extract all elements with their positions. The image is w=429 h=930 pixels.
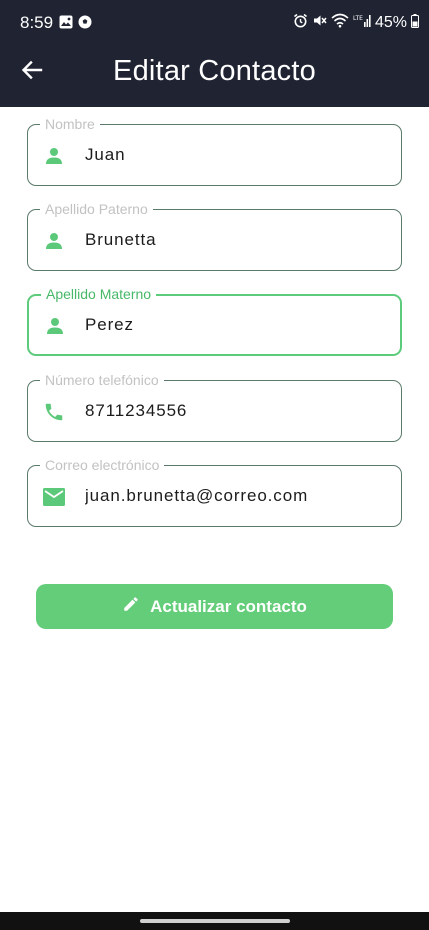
lte-signal-icon: LTE (353, 13, 371, 33)
update-contact-label: Actualizar contacto (150, 596, 307, 616)
first-name-label: Nombre (40, 116, 100, 132)
battery-percent: 45% (374, 14, 407, 31)
maternal-surname-label: Apellido Materno (41, 286, 157, 302)
image-icon (59, 15, 73, 34)
person-icon (42, 229, 66, 253)
pencil-icon (122, 595, 140, 618)
update-contact-button[interactable]: Actualizar contacto (36, 584, 393, 629)
status-bar: 8:59 LTE 45% (0, 0, 429, 44)
paternal-surname-input[interactable] (85, 230, 385, 250)
email-icon (42, 485, 66, 509)
status-time: 8:59 (20, 13, 54, 32)
email-field[interactable]: Correo electrónico (27, 457, 402, 527)
phone-label: Número telefónico (40, 372, 164, 388)
first-name-field[interactable]: Nombre (27, 116, 402, 186)
status-right: LTE 45% (293, 13, 419, 33)
person-icon (42, 144, 66, 168)
paternal-surname-label: Apellido Paterno (40, 201, 153, 217)
status-left-icons (59, 15, 92, 34)
soccer-ball-icon (78, 15, 92, 34)
svg-text:LTE: LTE (353, 15, 363, 22)
mute-icon (312, 13, 327, 33)
phone-icon (42, 400, 66, 424)
email-label: Correo electrónico (40, 457, 165, 473)
maternal-surname-input[interactable] (85, 315, 385, 335)
phone-field[interactable]: Número telefónico (27, 372, 402, 442)
gesture-handle[interactable] (140, 919, 290, 923)
app-bar: Editar Contacto (0, 44, 429, 107)
email-input[interactable] (85, 486, 385, 506)
phone-input[interactable] (85, 401, 385, 421)
alarm-icon (293, 13, 308, 33)
first-name-input[interactable] (85, 145, 385, 165)
battery-icon (411, 13, 419, 33)
edit-contact-screen: 8:59 LTE 45% Editar Contacto Nombre Juan… (0, 0, 429, 930)
person-icon (43, 314, 67, 338)
paternal-surname-field[interactable]: Apellido Paterno (27, 201, 402, 271)
page-title: Editar Contacto (113, 55, 316, 87)
navigation-bar (0, 912, 429, 930)
wifi-icon (331, 13, 349, 33)
maternal-surname-field[interactable]: Apellido Materno (27, 286, 402, 356)
